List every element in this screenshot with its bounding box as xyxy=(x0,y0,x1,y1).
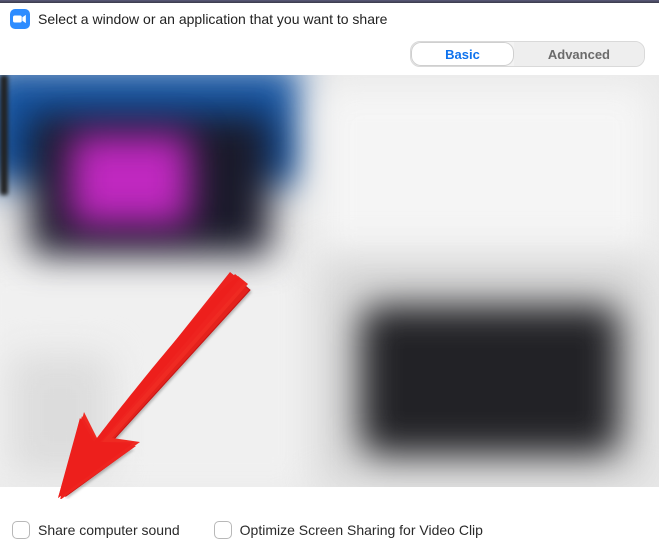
tabs-container: Basic Advanced xyxy=(0,35,659,75)
window-thumbnail xyxy=(10,355,110,475)
checkbox-icon xyxy=(214,521,232,539)
tab-basic[interactable]: Basic xyxy=(411,42,514,66)
dialog-title: Select a window or an application that y… xyxy=(38,11,387,27)
window-thumbnail xyxy=(70,135,190,225)
dialog-header: Select a window or an application that y… xyxy=(0,3,659,35)
zoom-app-icon xyxy=(10,9,30,29)
share-mode-tabs: Basic Advanced xyxy=(410,41,645,67)
window-thumbnail xyxy=(320,85,650,275)
dialog-footer: Share computer sound Optimize Screen Sha… xyxy=(0,499,659,555)
share-preview-area[interactable] xyxy=(0,75,659,487)
optimize-video-clip-checkbox[interactable]: Optimize Screen Sharing for Video Clip xyxy=(214,521,483,539)
window-thumbnail-edge xyxy=(0,75,8,195)
share-computer-sound-checkbox[interactable]: Share computer sound xyxy=(12,521,180,539)
checkbox-icon xyxy=(12,521,30,539)
checkbox-label: Share computer sound xyxy=(38,522,180,538)
tab-advanced[interactable]: Advanced xyxy=(514,42,644,66)
camera-icon xyxy=(13,14,27,24)
checkbox-label: Optimize Screen Sharing for Video Clip xyxy=(240,522,483,538)
window-thumbnail xyxy=(360,305,620,455)
